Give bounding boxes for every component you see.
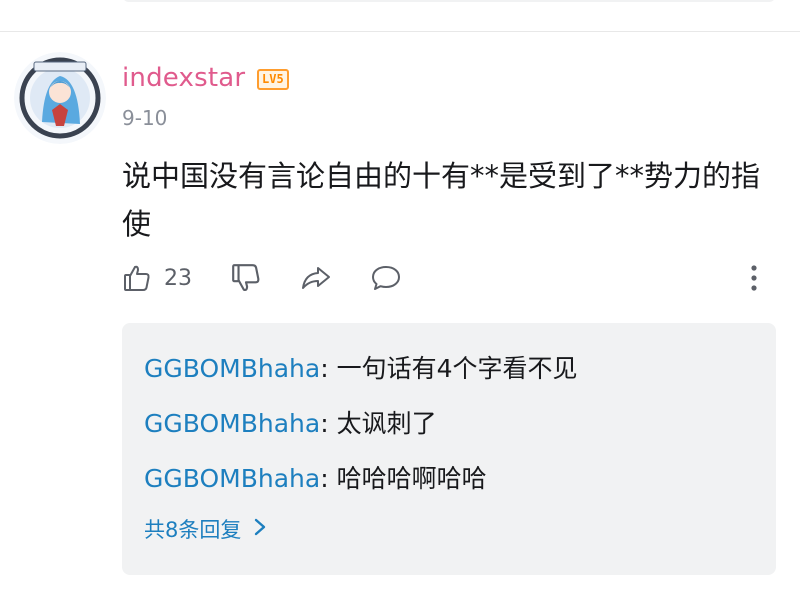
share-icon: [300, 263, 332, 293]
reply-text: 太讽刺了: [336, 409, 437, 438]
reply-author[interactable]: GGBOMBhaha: [144, 409, 320, 438]
more-vertical-icon: [744, 263, 764, 293]
thumbs-up-icon: [122, 263, 152, 293]
reply-separator: :: [320, 464, 337, 493]
reply-author[interactable]: GGBOMBhaha: [144, 354, 320, 383]
reply-separator: :: [320, 354, 337, 383]
comment-date: 9-10: [122, 106, 168, 130]
view-all-replies-link[interactable]: 共8条回复: [144, 515, 267, 545]
comment-content: 说中国没有言论自由的十有**是受到了**势力的指使: [122, 159, 761, 241]
level-badge: LV5: [257, 69, 289, 90]
previous-replies-card: [122, 0, 776, 2]
reply-text: 哈哈哈啊哈哈: [336, 464, 487, 493]
username[interactable]: indexstar: [122, 63, 245, 93]
thumbs-down-icon: [230, 262, 262, 294]
comment-icon: [370, 263, 402, 293]
reply-button[interactable]: [370, 258, 402, 298]
chevron-right-icon: [241, 515, 267, 545]
reply-item[interactable]: GGBOMBhaha: 哈哈哈啊哈哈: [144, 464, 487, 494]
reply-separator: :: [320, 409, 337, 438]
reply-preview-panel: GGBOMBhaha: 一句话有4个字看不见 GGBOMBhaha: 太讽刺了 …: [122, 323, 776, 575]
divider: [0, 31, 800, 32]
reply-item[interactable]: GGBOMBhaha: 太讽刺了: [144, 409, 437, 439]
like-button[interactable]: 23: [122, 258, 192, 298]
like-count: 23: [164, 265, 192, 291]
view-all-replies-label: 共8条回复: [144, 518, 242, 542]
comment-actions: 23: [122, 258, 772, 298]
avatar[interactable]: [14, 52, 106, 144]
share-button[interactable]: [300, 258, 332, 298]
more-options-button[interactable]: [744, 258, 764, 298]
reply-item[interactable]: GGBOMBhaha: 一句话有4个字看不见: [144, 354, 577, 384]
dislike-button[interactable]: [230, 258, 262, 298]
reply-text: 一句话有4个字看不见: [336, 354, 578, 383]
reply-author[interactable]: GGBOMBhaha: [144, 464, 320, 493]
